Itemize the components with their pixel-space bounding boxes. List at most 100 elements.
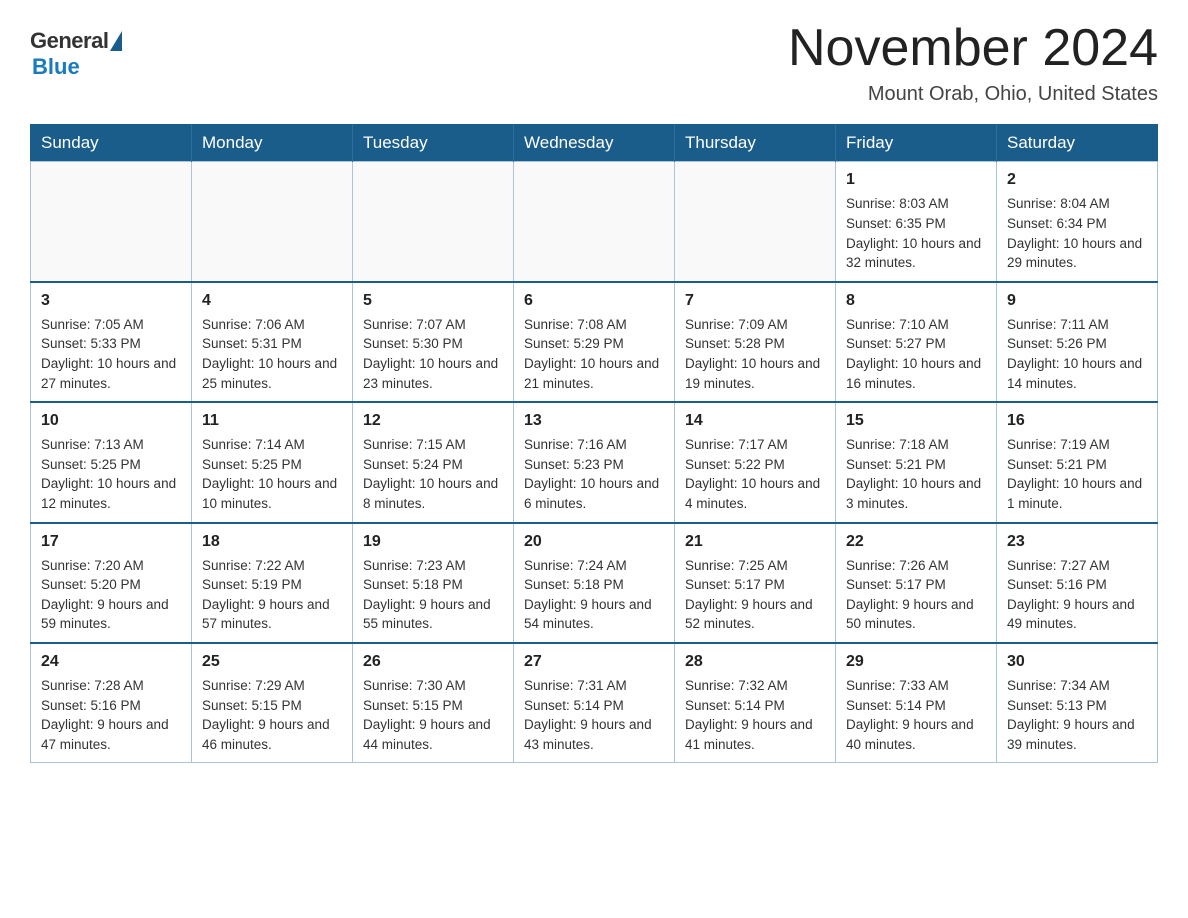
daylight-text: Daylight: 10 hours and 21 minutes. [524, 354, 664, 393]
sunset-text: Sunset: 5:16 PM [1007, 575, 1147, 595]
calendar-cell: 10 Sunrise: 7:13 AMSunset: 5:25 PMDayligh… [31, 402, 192, 522]
daylight-text: Daylight: 9 hours and 41 minutes. [685, 715, 825, 754]
calendar-cell: 16Sunrise: 7:19 AMSunset: 5:21 PMDayligh… [997, 402, 1158, 522]
sunset-text: Sunset: 5:14 PM [524, 696, 664, 716]
sunrise-text: Sunrise: 7:16 AM [524, 435, 664, 455]
location-subtitle: Mount Orab, Ohio, United States [788, 83, 1158, 106]
sunrise-text: Sunrise: 7:08 AM [524, 315, 664, 335]
day-number: 1 [846, 168, 986, 191]
day-number: 27 [524, 650, 664, 673]
sunrise-text: Sunrise: 7:22 AM [202, 556, 342, 576]
sunrise-text: Sunrise: 7:19 AM [1007, 435, 1147, 455]
sunset-text: Sunset: 5:18 PM [524, 575, 664, 595]
sunset-text: Sunset: 5:19 PM [202, 575, 342, 595]
daylight-text: Daylight: 10 hours and 10 minutes. [202, 474, 342, 513]
daylight-text: Daylight: 10 hours and 29 minutes. [1007, 234, 1147, 273]
sunrise-text: Sunrise: 7:23 AM [363, 556, 503, 576]
calendar-cell: 13Sunrise: 7:16 AMSunset: 5:23 PMDayligh… [514, 402, 675, 522]
sunrise-text: Sunrise: 7:20 AM [41, 556, 181, 576]
calendar-cell [514, 162, 675, 282]
daylight-text: Daylight: 9 hours and 57 minutes. [202, 595, 342, 634]
calendar-cell: 18Sunrise: 7:22 AMSunset: 5:19 PMDayligh… [192, 523, 353, 643]
sunset-text: Sunset: 5:27 PM [846, 334, 986, 354]
calendar-cell: 20Sunrise: 7:24 AMSunset: 5:18 PMDayligh… [514, 523, 675, 643]
day-number: 19 [363, 530, 503, 553]
page-header: General Blue November 2024 Mount Orab, O… [30, 20, 1158, 106]
daylight-text: Daylight: 10 hours and 8 minutes. [363, 474, 503, 513]
calendar-cell: 6Sunrise: 7:08 AMSunset: 5:29 PMDaylight… [514, 282, 675, 402]
sunrise-text: Sunrise: 7:27 AM [1007, 556, 1147, 576]
sunrise-text: Sunrise: 7:31 AM [524, 676, 664, 696]
daylight-text: Daylight: 10 hours and 14 minutes. [1007, 354, 1147, 393]
calendar-cell: 27 Sunrise: 7:31 AMSunset: 5:14 PMDayligh… [514, 643, 675, 763]
title-area: November 2024 Mount Orab, Ohio, United S… [788, 20, 1158, 106]
calendar-cell: 28Sunrise: 7:32 AMSunset: 5:14 PMDayligh… [675, 643, 836, 763]
sunrise-text: Sunrise: 8:04 AM [1007, 194, 1147, 214]
calendar-cell: 19Sunrise: 7:23 AMSunset: 5:18 PMDayligh… [353, 523, 514, 643]
daylight-text: Daylight: 10 hours and 12 minutes. [41, 474, 181, 513]
weekday-header-thursday: Thursday [675, 125, 836, 162]
sunrise-text: Sunrise: 7:17 AM [685, 435, 825, 455]
day-number: 25 [202, 650, 342, 673]
calendar-cell [353, 162, 514, 282]
sunrise-text: Sunrise: 7:26 AM [846, 556, 986, 576]
logo-general-text: General [30, 28, 108, 54]
daylight-text: Daylight: 9 hours and 43 minutes. [524, 715, 664, 754]
sunset-text: Sunset: 5:26 PM [1007, 334, 1147, 354]
calendar-week-row: 3Sunrise: 7:05 AMSunset: 5:33 PMDaylight… [31, 282, 1158, 402]
weekday-header-sunday: Sunday [31, 125, 192, 162]
day-number: 22 [846, 530, 986, 553]
daylight-text: Daylight: 9 hours and 46 minutes. [202, 715, 342, 754]
daylight-text: Daylight: 10 hours and 6 minutes. [524, 474, 664, 513]
day-number: 2 [1007, 168, 1147, 191]
weekday-header-friday: Friday [836, 125, 997, 162]
sunset-text: Sunset: 6:34 PM [1007, 214, 1147, 234]
calendar-header-row: SundayMondayTuesdayWednesdayThursdayFrid… [31, 125, 1158, 162]
day-number: 15 [846, 409, 986, 432]
calendar-cell: 24Sunrise: 7:28 AMSunset: 5:16 PMDayligh… [31, 643, 192, 763]
calendar-week-row: 1Sunrise: 8:03 AMSunset: 6:35 PMDaylight… [31, 162, 1158, 282]
daylight-text: Daylight: 9 hours and 54 minutes. [524, 595, 664, 634]
day-number: 8 [846, 289, 986, 312]
sunrise-text: Sunrise: 8:03 AM [846, 194, 986, 214]
sunset-text: Sunset: 5:30 PM [363, 334, 503, 354]
calendar-cell: 7Sunrise: 7:09 AMSunset: 5:28 PMDaylight… [675, 282, 836, 402]
daylight-text: Daylight: 10 hours and 3 minutes. [846, 474, 986, 513]
calendar-cell [675, 162, 836, 282]
day-number: 23 [1007, 530, 1147, 553]
daylight-text: Daylight: 10 hours and 19 minutes. [685, 354, 825, 393]
day-number: 21 [685, 530, 825, 553]
daylight-text: Daylight: 10 hours and 27 minutes. [41, 354, 181, 393]
calendar-cell: 29Sunrise: 7:33 AMSunset: 5:14 PMDayligh… [836, 643, 997, 763]
day-number: 10 [41, 409, 181, 432]
calendar-cell: 30Sunrise: 7:34 AMSunset: 5:13 PMDayligh… [997, 643, 1158, 763]
sunrise-text: Sunrise: 7:05 AM [41, 315, 181, 335]
day-number: 6 [524, 289, 664, 312]
day-number: 29 [846, 650, 986, 673]
calendar-cell: 17Sunrise: 7:20 AMSunset: 5:20 PMDayligh… [31, 523, 192, 643]
daylight-text: Daylight: 10 hours and 32 minutes. [846, 234, 986, 273]
sunset-text: Sunset: 5:14 PM [685, 696, 825, 716]
day-number: 20 [524, 530, 664, 553]
calendar-cell: 22Sunrise: 7:26 AMSunset: 5:17 PMDayligh… [836, 523, 997, 643]
calendar-cell: 11Sunrise: 7:14 AMSunset: 5:25 PMDayligh… [192, 402, 353, 522]
day-number: 13 [524, 409, 664, 432]
sunrise-text: Sunrise: 7:25 AM [685, 556, 825, 576]
day-number: 12 [363, 409, 503, 432]
daylight-text: Daylight: 10 hours and 16 minutes. [846, 354, 986, 393]
sunset-text: Sunset: 5:20 PM [41, 575, 181, 595]
sunset-text: Sunset: 5:25 PM [41, 455, 181, 475]
day-number: 24 [41, 650, 181, 673]
sunrise-text: Sunrise: 7:13 AM [41, 435, 181, 455]
sunset-text: Sunset: 5:18 PM [363, 575, 503, 595]
daylight-text: Daylight: 9 hours and 47 minutes. [41, 715, 181, 754]
calendar-table: SundayMondayTuesdayWednesdayThursdayFrid… [30, 124, 1158, 763]
day-number: 16 [1007, 409, 1147, 432]
sunrise-text: Sunrise: 7:29 AM [202, 676, 342, 696]
daylight-text: Daylight: 9 hours and 59 minutes. [41, 595, 181, 634]
calendar-week-row: 10Sunrise: 7:13 AMSunset: 5:25 PMDayligh… [31, 402, 1158, 522]
daylight-text: Daylight: 9 hours and 39 minutes. [1007, 715, 1147, 754]
calendar-cell: 3Sunrise: 7:05 AMSunset: 5:33 PMDaylight… [31, 282, 192, 402]
sunset-text: Sunset: 5:16 PM [41, 696, 181, 716]
day-number: 3 [41, 289, 181, 312]
